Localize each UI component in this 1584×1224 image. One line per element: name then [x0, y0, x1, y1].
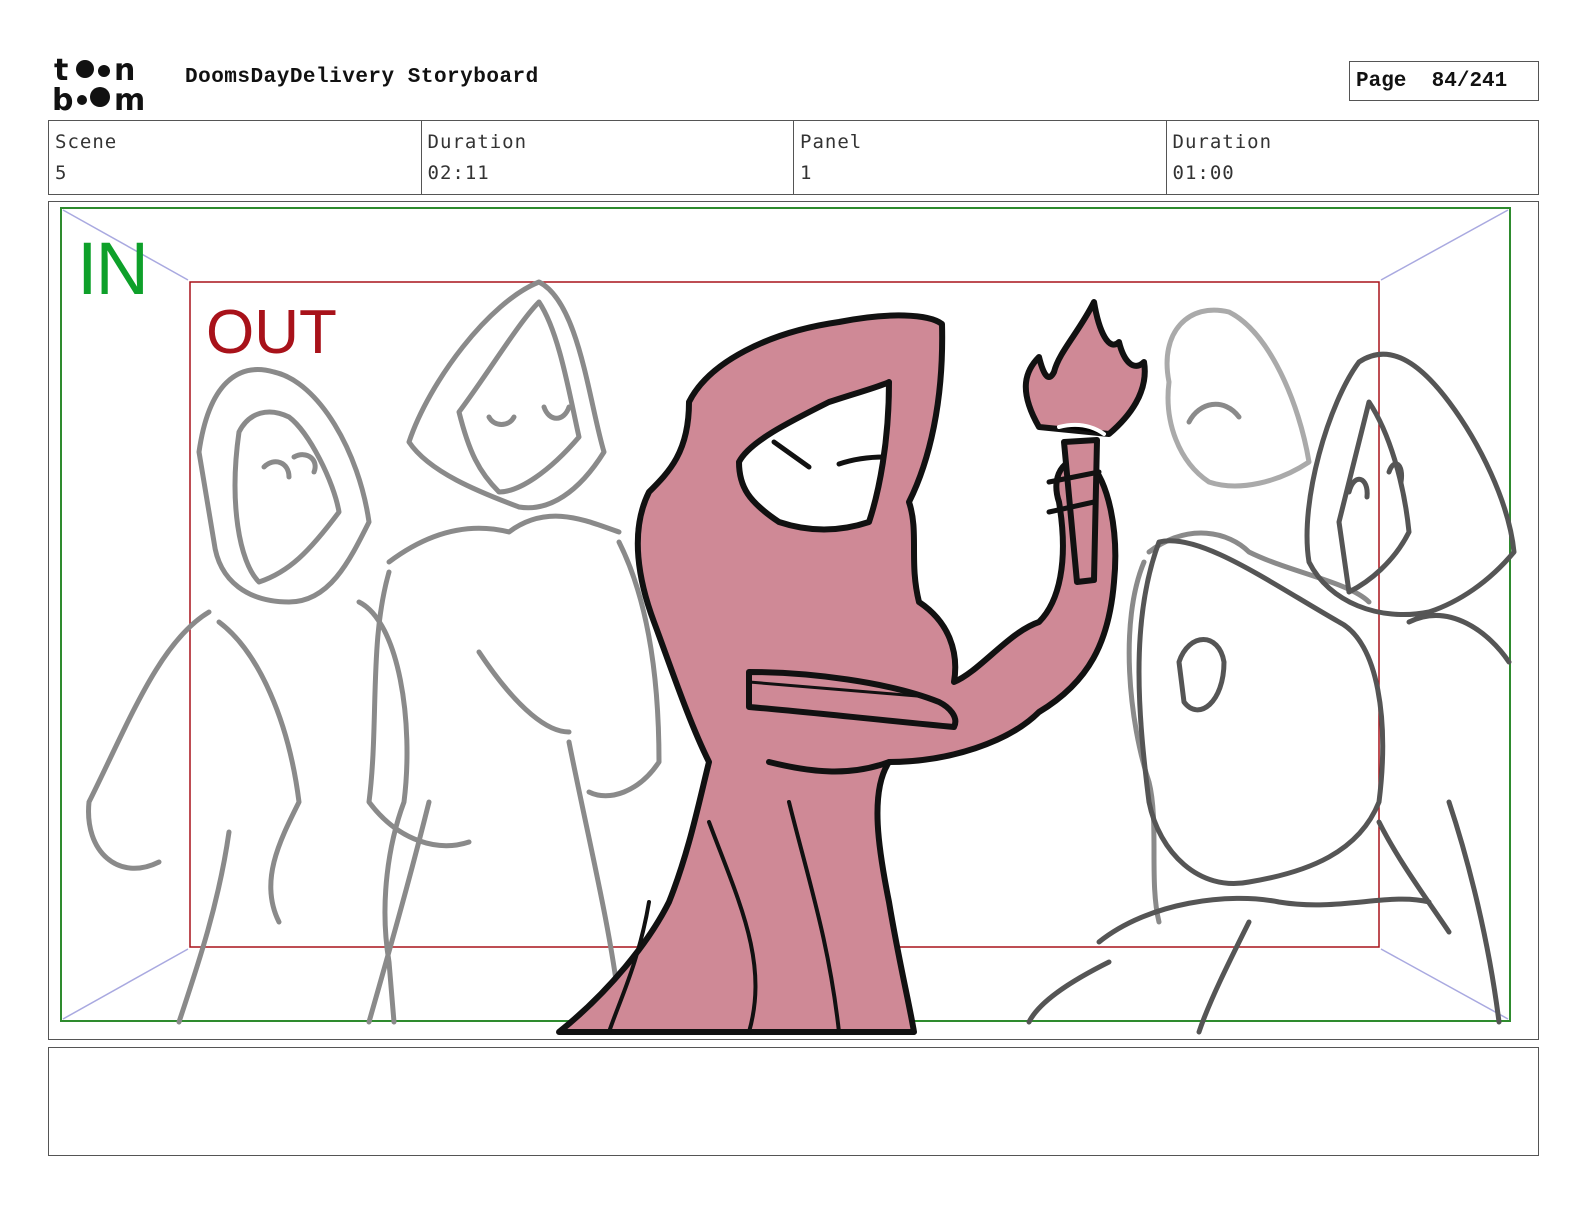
scene-cell: Scene 5 [49, 121, 422, 194]
torch [1022, 299, 1148, 585]
svg-text:m: m [114, 83, 145, 112]
scene-duration-cell: Duration 02:11 [422, 121, 794, 194]
page-indicator: Page 84/241 [1349, 61, 1539, 101]
scene-info-table: Scene 5 Duration 02:11 Panel 1 Duration … [48, 120, 1539, 195]
scene-duration-value: 02:11 [427, 162, 490, 184]
out-frame-label: OUT [206, 298, 337, 367]
page-value: 84/241 [1431, 69, 1508, 93]
scene-label: Scene [55, 131, 118, 153]
panel-duration-cell: Duration 01:00 [1167, 121, 1539, 194]
panel-label: Panel [800, 131, 863, 153]
panel-cell: Panel 1 [794, 121, 1167, 194]
toonboom-logo: t n b m [52, 53, 145, 112]
panel-duration-value: 01:00 [1172, 162, 1235, 184]
scene-value: 5 [55, 162, 68, 184]
hooded-character [556, 312, 1119, 1035]
svg-text:b: b [52, 83, 73, 112]
panel-duration-label: Duration [1172, 131, 1273, 153]
in-frame-label: IN [77, 227, 149, 310]
panel-notes-box [48, 1047, 1539, 1156]
panel-value: 1 [800, 162, 813, 184]
page-label: Page [1356, 69, 1407, 93]
storyboard-title: DoomsDayDelivery Storyboard [185, 66, 539, 89]
panel-frame: IN OUT [48, 201, 1539, 1040]
scene-duration-label: Duration [427, 131, 528, 153]
right-figure-dark-sketch [1026, 351, 1517, 1035]
